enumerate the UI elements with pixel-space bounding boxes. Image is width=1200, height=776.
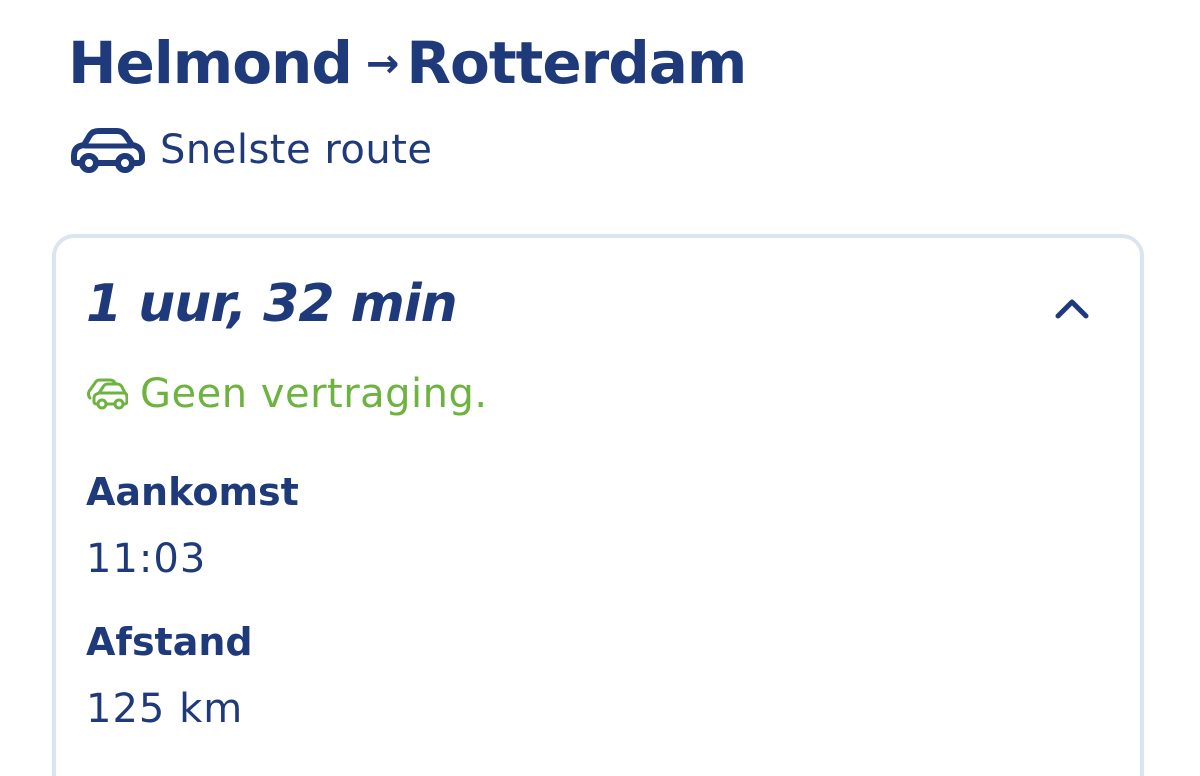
distance-label: Afstand: [86, 620, 253, 664]
destination-city: Rotterdam: [406, 29, 747, 97]
collapse-button[interactable]: [1048, 288, 1096, 328]
arrival-label: Aankomst: [86, 470, 299, 514]
route-type: Snelste route: [68, 124, 433, 176]
origin-city: Helmond: [68, 29, 353, 97]
chevron-up-icon: [1055, 299, 1089, 319]
route-type-label: Snelste route: [160, 127, 433, 173]
traffic-status-text: Geen vertraging.: [140, 371, 488, 417]
arrow-right-icon: →: [365, 41, 400, 87]
travel-duration: 1 uur, 32 min: [86, 274, 458, 334]
car-icon: [71, 128, 145, 173]
distance-value: 125 km: [86, 686, 244, 732]
route-title: Helmond → Rotterdam: [68, 28, 747, 105]
route-details-page: Helmond → Rotterdam Snelste route 1 uur, 3…: [0, 0, 1200, 776]
traffic-status: Geen vertraging.: [86, 368, 488, 420]
route-summary-card[interactable]: 1 uur, 32 min Geen vertraging. Aankomst …: [52, 234, 1144, 776]
traffic-cars-icon: [87, 378, 128, 410]
arrival-value: 11:03: [86, 536, 207, 582]
